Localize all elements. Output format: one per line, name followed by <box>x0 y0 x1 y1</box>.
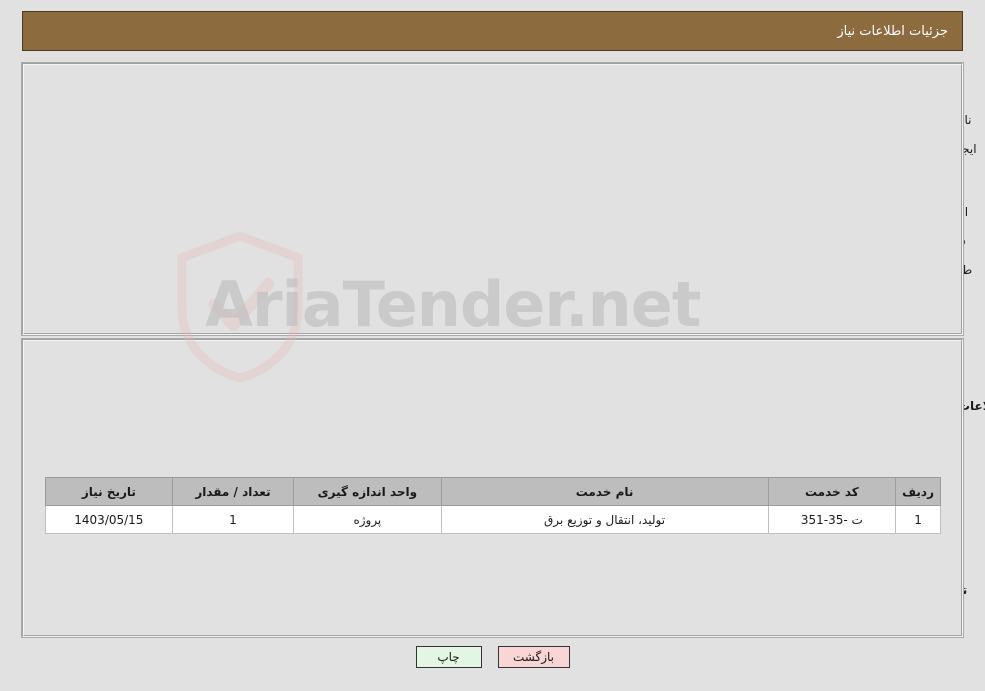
cell-row: 1 <box>895 505 941 534</box>
page-title: جزئیات اطلاعات نیاز <box>837 23 948 39</box>
cell-qty: 1 <box>171 505 295 534</box>
col-row: ردیف <box>895 477 941 506</box>
button-bar: بازگشت چاپ <box>0 646 985 668</box>
col-name: نام خدمت <box>440 477 769 506</box>
cell-date: 1403/05/15 <box>45 505 173 534</box>
need-info-panel <box>21 62 964 336</box>
cell-name: تولید، انتقال و توزیع برق <box>440 505 769 534</box>
col-code: کد خدمت <box>767 477 897 506</box>
col-qty: تعداد / مقدار <box>171 477 295 506</box>
col-unit: واحد اندازه گیری <box>293 477 442 506</box>
table-row: 1 ت -35-351 تولید، انتقال و توزیع برق پر… <box>45 505 941 534</box>
col-date: تاریخ نیاز <box>45 477 173 506</box>
cell-code: ت -35-351 <box>767 505 897 534</box>
table-header-row: ردیف کد خدمت نام خدمت واحد اندازه گیری ت… <box>45 477 941 506</box>
services-table: ردیف کد خدمت نام خدمت واحد اندازه گیری ت… <box>45 477 941 534</box>
cell-unit: پروژه <box>293 505 442 534</box>
page-header: جزئیات اطلاعات نیاز <box>22 11 963 51</box>
print-button[interactable]: چاپ <box>415 646 482 668</box>
back-button[interactable]: بازگشت <box>497 646 570 668</box>
